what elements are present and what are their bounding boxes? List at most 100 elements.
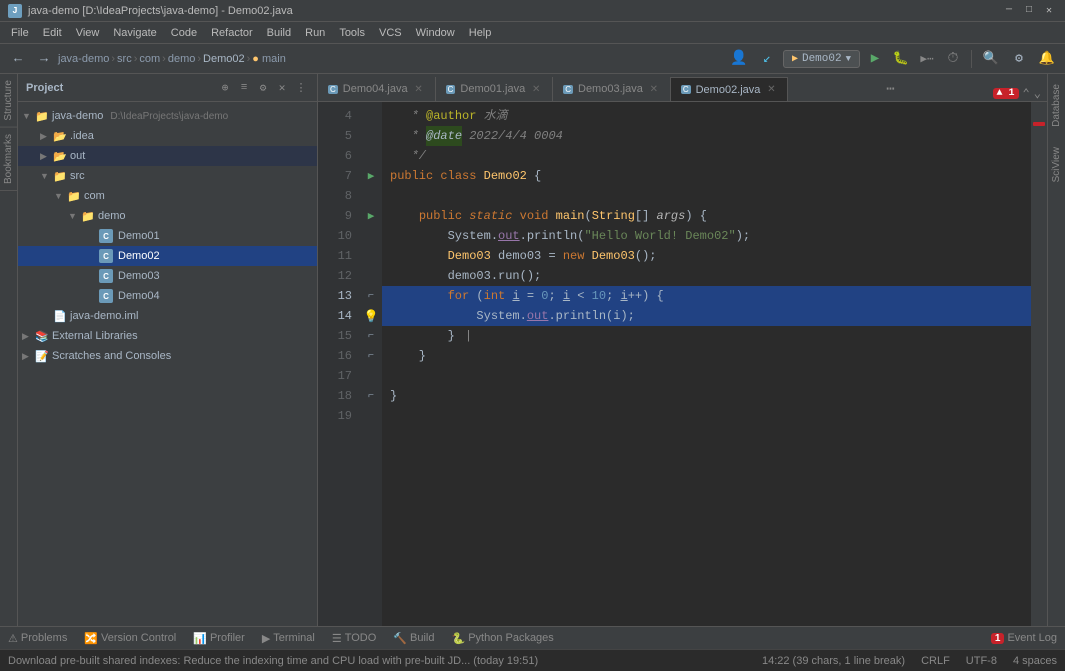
line-num-17: 17 [318, 366, 360, 386]
tab-close[interactable]: ✕ [413, 83, 425, 95]
menu-vcs[interactable]: VCS [372, 25, 409, 41]
java-icon: C [99, 269, 113, 283]
tree-item-demo03[interactable]: ▶ C Demo03 [18, 266, 317, 286]
toolbar-back-button[interactable]: ← [6, 47, 30, 71]
expand-icon[interactable]: ⌃ [1023, 86, 1030, 101]
tab-demo03[interactable]: C Demo03.java ✕ [553, 77, 671, 101]
breadcrumb-demo02[interactable]: Demo02 [203, 53, 245, 65]
tab-bar-right: ▲ 1 ⌃ ⌄ [993, 86, 1047, 101]
menu-edit[interactable]: Edit [36, 25, 69, 41]
tree-item-demo04[interactable]: ▶ C Demo04 [18, 286, 317, 306]
tab-close[interactable]: ✕ [648, 83, 660, 95]
menu-tools[interactable]: Tools [332, 25, 372, 41]
menu-build[interactable]: Build [260, 25, 298, 41]
menu-window[interactable]: Window [409, 25, 462, 41]
tab-close[interactable]: ✕ [530, 83, 542, 95]
menu-navigate[interactable]: Navigate [106, 25, 163, 41]
tree-item-root[interactable]: ▼ 📁 java-demo D:\IdeaProjects\java-demo [18, 106, 317, 126]
breadcrumb-project[interactable]: java-demo [58, 53, 109, 65]
title-bar-controls[interactable]: ─ □ ✕ [1001, 3, 1057, 19]
structure-tab[interactable]: Structure [0, 74, 17, 128]
breadcrumb-demo[interactable]: demo [168, 53, 196, 65]
breadcrumb-src[interactable]: src [117, 53, 132, 65]
tab-demo04[interactable]: C Demo04.java ✕ [318, 77, 436, 101]
gutter-16-fold[interactable]: ⌐ [360, 346, 382, 366]
code-span: ; [548, 286, 562, 306]
collapse-icon[interactable]: ⌄ [1034, 86, 1041, 101]
right-gutter[interactable] [1031, 102, 1047, 626]
code-span: String [592, 206, 635, 226]
debug-button[interactable]: 🐛 [890, 48, 912, 70]
editor-area: C Demo04.java ✕ C Demo01.java ✕ C Demo03… [318, 74, 1047, 626]
gutter-15-fold[interactable]: ⌐ [360, 326, 382, 346]
todo-tab[interactable]: ☰ TODO [324, 627, 384, 649]
menu-refactor[interactable]: Refactor [204, 25, 260, 41]
maximize-button[interactable]: □ [1021, 3, 1037, 19]
right-panel-tabs: Database SciView [1047, 74, 1065, 626]
run-button[interactable]: ▶ [864, 48, 886, 70]
search-button[interactable]: 🔍 [979, 47, 1003, 71]
cursor-position[interactable]: 14:22 (39 chars, 1 line break) [762, 655, 905, 667]
gutter-18-fold[interactable]: ⌐ [360, 386, 382, 406]
sciview-tab[interactable]: SciView [1048, 137, 1065, 192]
menu-run[interactable]: Run [298, 25, 332, 41]
minimize-button[interactable]: ─ [1001, 3, 1017, 19]
encoding[interactable]: UTF-8 [966, 655, 997, 667]
close-button[interactable]: ✕ [1041, 3, 1057, 19]
tree-item-extlibs[interactable]: ▶ 📚 External Libraries [18, 326, 317, 346]
tree-item-demo[interactable]: ▼ 📁 demo [18, 206, 317, 226]
line-ending[interactable]: CRLF [921, 655, 950, 667]
tree-item-out[interactable]: ▶ 📂 out [18, 146, 317, 166]
python-packages-tab[interactable]: 🐍 Python Packages [443, 627, 561, 649]
event-log-tab[interactable]: 1 Event Log [983, 627, 1065, 649]
tree-item-com[interactable]: ▼ 📁 com [18, 186, 317, 206]
coverage-button[interactable]: ▶⋯ [916, 48, 938, 70]
tab-demo01[interactable]: C Demo01.java ✕ [436, 77, 554, 101]
indent[interactable]: 4 spaces [1013, 655, 1057, 667]
panel-more-button[interactable]: ⋮ [293, 80, 309, 96]
tab-close[interactable]: ✕ [765, 84, 777, 96]
build-tab[interactable]: 🔨 Build [385, 627, 442, 649]
gutter-17 [360, 366, 382, 386]
problems-tab[interactable]: ⚠ Problems [0, 627, 75, 649]
code-content[interactable]: * @author 水滴 * @date 2022/4/4 0004 */ pu… [382, 102, 1031, 626]
tab-more-button[interactable]: ⋯ [876, 77, 904, 101]
tree-item-demo01[interactable]: ▶ C Demo01 [18, 226, 317, 246]
tree-item-idea[interactable]: ▶ 📂 .idea [18, 126, 317, 146]
gutter-14-bp[interactable]: 💡 [360, 306, 382, 326]
notifications-button[interactable]: 🔔 [1035, 47, 1059, 71]
line-num-8: 8 [318, 186, 360, 206]
run-config-selector[interactable]: ▶ Demo02 ▼ [783, 50, 860, 68]
expand-all-button[interactable]: ⊕ [217, 80, 233, 96]
vc-label: Version Control [101, 632, 176, 644]
gutter-9-run[interactable]: ▶ [360, 206, 382, 226]
tree-item-iml[interactable]: ▶ 📄 java-demo.iml [18, 306, 317, 326]
menu-help[interactable]: Help [462, 25, 499, 41]
breadcrumb-main[interactable]: ● main [252, 53, 286, 65]
gutter-7-run[interactable]: ▶ [360, 166, 382, 186]
profile-button[interactable]: ⏱ [942, 48, 964, 70]
version-control-tab[interactable]: 🔀 Version Control [76, 627, 184, 649]
tab-demo02[interactable]: C Demo02.java ✕ [671, 77, 789, 101]
collapse-all-button[interactable]: ≡ [236, 80, 252, 96]
tree-item-src[interactable]: ▼ 📁 src [18, 166, 317, 186]
tree-arrow: ▶ [40, 131, 50, 142]
tree-item-scratches[interactable]: ▶ 📝 Scratches and Consoles [18, 346, 317, 366]
menu-code[interactable]: Code [164, 25, 204, 41]
tree-item-demo02[interactable]: ▶ C Demo02 [18, 246, 317, 266]
gutter-13-fold[interactable]: ⌐ [360, 286, 382, 306]
bookmarks-tab[interactable]: Bookmarks [0, 128, 17, 191]
title-bar: J java-demo [D:\IdeaProjects\java-demo] … [0, 0, 1065, 22]
panel-settings-button[interactable]: ⚙ [255, 80, 271, 96]
panel-close-button[interactable]: ✕ [274, 80, 290, 96]
terminal-tab[interactable]: ▶ Terminal [254, 627, 323, 649]
user-icon[interactable]: 👤 [727, 47, 751, 71]
menu-file[interactable]: File [4, 25, 36, 41]
profiler-tab[interactable]: 📊 Profiler [185, 627, 253, 649]
menu-view[interactable]: View [69, 25, 107, 41]
database-tab[interactable]: Database [1048, 74, 1065, 137]
settings-button[interactable]: ⚙ [1007, 47, 1031, 71]
toolbar-forward-button[interactable]: → [32, 47, 56, 71]
breadcrumb-com[interactable]: com [139, 53, 160, 65]
vcs-update-button[interactable]: ↙ [755, 47, 779, 71]
